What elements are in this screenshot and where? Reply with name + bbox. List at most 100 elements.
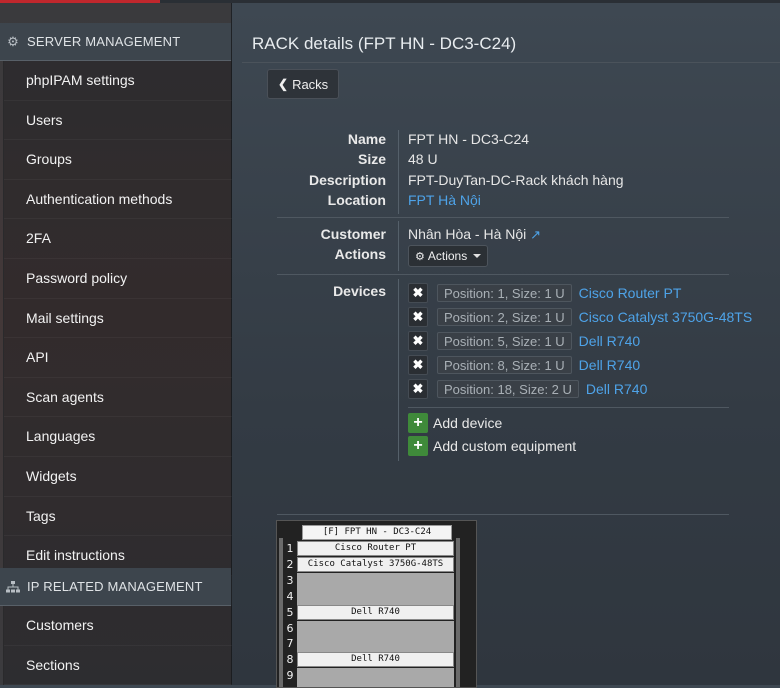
section-divider: [277, 514, 729, 515]
back-button-label: Racks: [292, 76, 329, 92]
rack-unit-number: 7: [286, 637, 294, 651]
close-icon: ✖: [412, 333, 424, 348]
plus-icon: +: [408, 413, 428, 433]
rack-rail-right: [456, 538, 460, 687]
device-row: ✖ Position: 1, Size: 1 U Cisco Router PT: [408, 282, 681, 304]
sidebar-section-title: IP RELATED MANAGEMENT: [27, 579, 203, 594]
sidebar-section-title: SERVER MANAGEMENT: [27, 34, 181, 49]
device-link[interactable]: Dell R740: [579, 357, 640, 373]
rack-empty-slot: [297, 620, 454, 637]
rack-empty-slot: [297, 588, 454, 605]
add-custom-label: Add custom equipment: [433, 438, 577, 454]
sidebar-item-phpipam-settings[interactable]: phpIPAM settings: [4, 61, 232, 101]
location-label: Location: [327, 192, 386, 208]
rack-unit-number: 2: [286, 557, 294, 571]
sidebar: ⚙ SERVER MANAGEMENT phpIPAM settings Use…: [0, 3, 232, 686]
device-row: ✖ Position: 5, Size: 1 U Dell R740: [408, 330, 640, 352]
customer-label: Customer: [320, 226, 386, 242]
name-value: FPT HN - DC3-C24: [408, 131, 530, 147]
rack-unit-number: 3: [286, 573, 294, 587]
rack-unit-number: 9: [286, 669, 294, 683]
device-row: ✖ Position: 8, Size: 1 U Dell R740: [408, 354, 640, 376]
sidebar-item-sections[interactable]: Sections: [4, 646, 232, 686]
rack-device[interactable]: Dell R740: [297, 652, 454, 668]
sidebar-item-users[interactable]: Users: [4, 101, 232, 141]
close-icon: ✖: [412, 381, 424, 396]
devices-divider: [398, 279, 399, 461]
rack-device[interactable]: Dell R740: [297, 604, 454, 620]
details-divider: [398, 130, 399, 214]
actions-dropdown-button[interactable]: ⚙ Actions: [408, 245, 489, 267]
devices-divider-line: [408, 407, 729, 408]
sidebar-item-customers[interactable]: Customers: [4, 606, 232, 646]
chevron-left-icon: ❮: [278, 77, 289, 91]
sidebar-item-scan-agents[interactable]: Scan agents: [4, 378, 232, 418]
back-to-racks-button[interactable]: ❮ Racks: [267, 69, 340, 99]
remove-device-button[interactable]: ✖: [408, 379, 428, 399]
rack-unit-number: 6: [286, 621, 294, 635]
actions-button-label: Actions: [427, 249, 468, 263]
size-label: Size: [357, 151, 386, 167]
caret-down-icon: [473, 254, 482, 258]
name-label: Name: [347, 131, 386, 147]
sidebar-section-server: ⚙ SERVER MANAGEMENT: [0, 23, 231, 61]
description-value: FPT-DuyTan-DC-Rack khách hàng: [408, 172, 624, 188]
title-divider: [242, 62, 780, 63]
sidebar-item-languages[interactable]: Languages: [4, 417, 232, 457]
device-row: ✖ Position: 18, Size: 2 U Dell R740: [408, 378, 647, 400]
device-link[interactable]: Cisco Catalyst 3750G-48TS: [579, 309, 753, 325]
device-link[interactable]: Cisco Router PT: [579, 285, 682, 301]
description-label: Description: [308, 172, 386, 188]
close-icon: ✖: [412, 285, 424, 300]
plus-icon: +: [408, 436, 428, 456]
rack-unit-number: 1: [286, 542, 294, 555]
sitemap-icon: [4, 578, 22, 596]
add-custom-equipment-button[interactable]: + Add custom equipment: [408, 435, 576, 457]
ip-menu: Customers Sections: [3, 606, 232, 686]
sidebar-item-authentication-methods[interactable]: Authentication methods: [4, 180, 232, 220]
rack-device[interactable]: Cisco Catalyst 3750G-48TS: [297, 556, 454, 572]
sidebar-item-mail-settings[interactable]: Mail settings: [4, 299, 232, 339]
gears-icon: ⚙: [7, 33, 19, 49]
device-position: Position: 5, Size: 1 U: [437, 332, 572, 350]
rack-empty-slot: [297, 636, 454, 653]
section-divider: [277, 217, 729, 218]
rack-device[interactable]: Cisco Router PT: [297, 541, 454, 556]
location-link[interactable]: FPT Hà Nội: [408, 192, 481, 208]
remove-device-button[interactable]: ✖: [408, 283, 428, 303]
sidebar-item-widgets[interactable]: Widgets: [4, 457, 232, 497]
external-link-icon[interactable]: ↗: [530, 227, 541, 242]
sidebar-item-groups[interactable]: Groups: [4, 140, 232, 180]
device-row: ✖ Position: 2, Size: 1 U Cisco Catalyst …: [408, 306, 752, 328]
size-value: 48 U: [408, 151, 438, 167]
device-position: Position: 1, Size: 1 U: [437, 284, 572, 302]
device-link[interactable]: Dell R740: [586, 381, 647, 397]
section-divider: [277, 274, 729, 275]
customer-divider: [398, 221, 399, 271]
add-device-button[interactable]: + Add device: [408, 412, 502, 434]
rack-unit-number: 8: [286, 653, 294, 667]
rack-title: [F] FPT HN - DC3-C24: [302, 525, 452, 540]
main-content: RACK details (FPT HN - DC3-C24) ❮ Racks …: [232, 3, 780, 688]
actions-label: Actions: [334, 246, 386, 262]
close-icon: ✖: [412, 309, 424, 324]
sidebar-item-2fa[interactable]: 2FA: [4, 219, 232, 259]
sidebar-item-tags[interactable]: Tags: [4, 497, 232, 537]
close-icon: ✖: [412, 357, 424, 372]
device-link[interactable]: Dell R740: [579, 333, 640, 349]
server-menu: phpIPAM settings Users Groups Authentica…: [3, 61, 232, 576]
device-position: Position: 2, Size: 1 U: [437, 308, 572, 326]
add-device-label: Add device: [433, 415, 503, 431]
sidebar-item-api[interactable]: API: [4, 338, 232, 378]
page-title: RACK details (FPT HN - DC3-C24): [252, 34, 517, 53]
remove-device-button[interactable]: ✖: [408, 307, 428, 327]
remove-device-button[interactable]: ✖: [408, 331, 428, 351]
gears-icon: ⚙: [415, 250, 425, 263]
rack-diagram: [F] FPT HN - DC3-C24 1 Cisco Router PT 2 Ci…: [276, 520, 477, 688]
remove-device-button[interactable]: ✖: [408, 355, 428, 375]
device-position: Position: 18, Size: 2 U: [437, 380, 579, 398]
sidebar-section-ip: IP RELATED MANAGEMENT: [0, 568, 231, 606]
devices-label: Devices: [333, 283, 386, 299]
sidebar-item-password-policy[interactable]: Password policy: [4, 259, 232, 299]
device-position: Position: 8, Size: 1 U: [437, 356, 572, 374]
